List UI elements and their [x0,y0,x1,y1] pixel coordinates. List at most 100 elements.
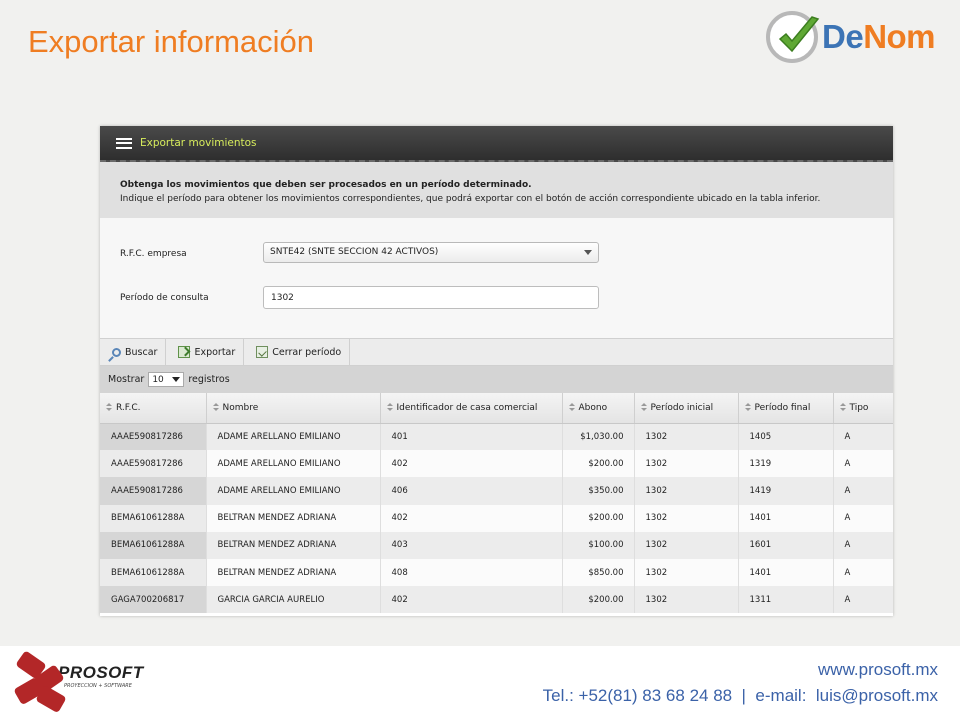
window-title: Exportar movimientos [140,137,257,149]
cell-abono: $350.00 [562,477,635,505]
cell-periodo-inicial: 1302 [634,423,739,451]
cell-periodo-inicial: 1302 [634,450,739,478]
cell-identificador: 402 [380,450,563,478]
cell-rfc: AAAE590817286 [100,450,207,478]
check-logo-icon [766,11,820,63]
cell-tipo: A [833,531,893,559]
sort-icon [212,402,219,412]
cell-identificador: 402 [380,586,563,614]
cell-abono: $1,030.00 [562,423,635,451]
exportar-button[interactable]: Exportar [166,339,245,365]
length-suffix: registros [188,374,230,385]
cell-identificador: 402 [380,504,563,532]
dropdown-caret-icon [584,250,592,255]
table-row[interactable]: BEMA61061288A BELTRAN MENDEZ ADRIANA 402… [100,504,893,532]
cell-periodo-inicial: 1302 [634,558,739,587]
cell-nombre: GARCIA GARCIA AURELIO [206,586,381,614]
search-icon [112,347,121,357]
brand-de: De [822,18,864,55]
periodo-input[interactable] [263,286,599,309]
cell-tipo: A [833,423,893,451]
action-toolbar: Buscar Exportar Cerrar período [100,338,893,366]
contact-info: Tel.: +52(81) 83 68 24 88 | e-mail: luis… [542,686,938,705]
cerrar-periodo-button[interactable]: Cerrar período [244,339,351,365]
cell-periodo-final: 1319 [738,450,834,478]
sort-icon [568,402,575,412]
cell-periodo-inicial: 1302 [634,531,739,559]
prosoft-logo: PROSOFT PROYECCION + SOFTWARE [13,650,144,714]
sort-icon [744,402,751,412]
cell-periodo-inicial: 1302 [634,477,739,505]
col-header-identificador[interactable]: Identificador de casa comercial [380,393,563,424]
length-select[interactable]: 10 [148,372,185,387]
rfc-label: R.F.C. empresa [120,249,187,259]
cell-rfc: AAAE590817286 [100,477,207,505]
cell-rfc: BEMA61061288A [100,504,207,532]
prosoft-tagline: PROYECCION + SOFTWARE [64,683,132,689]
col-header-rfc[interactable]: R.F.C. [100,393,207,424]
cell-nombre: ADAME ARELLANO EMILIANO [206,423,381,451]
export-icon [178,346,191,358]
cell-identificador: 408 [380,558,563,587]
cell-nombre: BELTRAN MENDEZ ADRIANA [206,504,381,532]
cell-rfc: BEMA61061288A [100,558,207,587]
col-header-periodo-inicial[interactable]: Período inicial [634,393,739,424]
app-window: Exportar movimientos Obtenga los movimie… [100,126,893,616]
cell-periodo-final: 1401 [738,558,834,587]
col-header-nombre[interactable]: Nombre [206,393,381,424]
sort-icon [839,402,846,412]
cell-periodo-final: 1419 [738,477,834,505]
cell-abono: $200.00 [562,586,635,614]
table-row[interactable]: AAAE590817286 ADAME ARELLANO EMILIANO 40… [100,450,893,478]
slide-footer: PROSOFT PROYECCION + SOFTWARE www.prosof… [0,646,960,720]
cell-periodo-final: 1601 [738,531,834,559]
cell-abono: $200.00 [562,450,635,478]
cell-rfc: BEMA61061288A [100,531,207,559]
table-row[interactable]: BEMA61061288A BELTRAN MENDEZ ADRIANA 408… [100,558,893,587]
cell-tipo: A [833,477,893,505]
col-header-abono[interactable]: Abono [562,393,635,424]
slide-title: Exportar información [28,24,315,59]
cell-abono: $200.00 [562,504,635,532]
sort-icon [106,402,112,412]
cell-nombre: BELTRAN MENDEZ ADRIANA [206,558,381,587]
cell-nombre: ADAME ARELLANO EMILIANO [206,477,381,505]
sort-icon [640,402,647,412]
buscar-button[interactable]: Buscar [100,339,167,365]
length-bar: Mostrar 10 registros [100,366,893,393]
periodo-label: Período de consulta [120,293,209,303]
col-header-periodo-final[interactable]: Período final [738,393,834,424]
table-row[interactable]: BEMA61061288A BELTRAN MENDEZ ADRIANA 403… [100,531,893,559]
cell-tipo: A [833,450,893,478]
info-heading: Obtenga los movimientos que deben ser pr… [120,180,532,190]
denom-logo: DeNom [766,10,954,64]
col-header-tipo[interactable]: Tipo [833,393,893,424]
cell-abono: $850.00 [562,558,635,587]
cell-periodo-final: 1401 [738,504,834,532]
dropdown-caret-icon [172,377,181,382]
puzzle-logo-icon [13,650,70,714]
table-row[interactable]: GAGA700206817 GARCIA GARCIA AURELIO 402 … [100,586,893,614]
cell-rfc: GAGA700206817 [100,586,207,614]
info-panel: Obtenga los movimientos que deben ser pr… [100,162,893,218]
close-period-icon [256,346,269,358]
length-prefix: Mostrar [108,374,145,385]
table-row[interactable]: AAAE590817286 ADAME ARELLANO EMILIANO 40… [100,477,893,505]
brand-nom: Nom [863,18,936,55]
cell-periodo-final: 1311 [738,586,834,614]
cell-periodo-inicial: 1302 [634,586,739,614]
menu-icon[interactable] [116,137,132,149]
website-link[interactable]: www.prosoft.mx [818,660,938,680]
movements-table: R.F.C. Nombre Identificador de casa come… [100,393,893,614]
rfc-select[interactable]: SNTE42 (SNTE SECCION 42 ACTIVOS) [263,242,599,263]
cell-identificador: 406 [380,477,563,505]
cell-periodo-final: 1405 [738,423,834,451]
table-row[interactable]: AAAE590817286 ADAME ARELLANO EMILIANO 40… [100,423,893,451]
cell-nombre: ADAME ARELLANO EMILIANO [206,450,381,478]
sort-icon [386,402,393,412]
cell-identificador: 401 [380,423,563,451]
cell-tipo: A [833,586,893,614]
info-text: Indique el período para obtener los movi… [120,194,821,204]
window-titlebar: Exportar movimientos [100,126,893,162]
cell-tipo: A [833,558,893,587]
